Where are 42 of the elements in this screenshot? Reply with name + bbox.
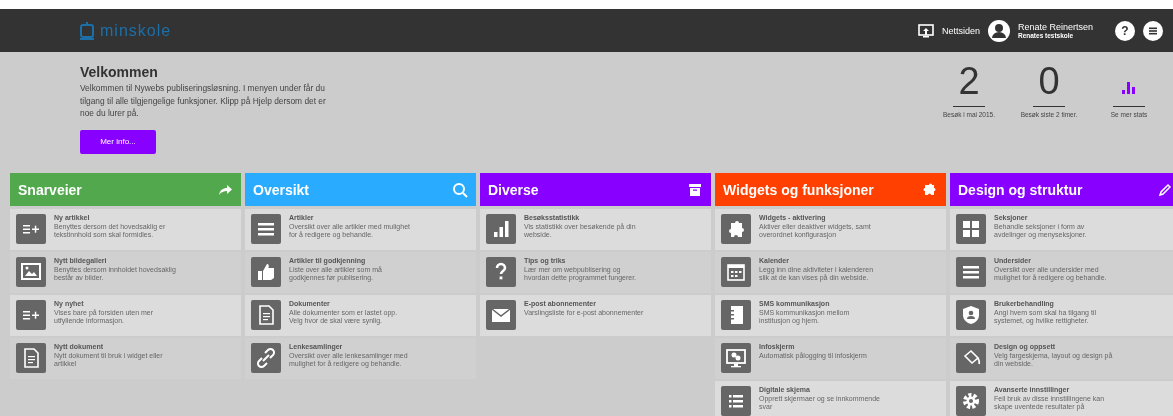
help-button[interactable]: ?	[1115, 20, 1135, 41]
logo-icon	[80, 21, 94, 40]
site-link[interactable]: Nettsiden	[941, 25, 980, 36]
search-icon	[452, 181, 468, 198]
monitor-icon	[721, 343, 751, 373]
stat-number: 0	[1038, 60, 1060, 102]
welcome-title: Velkommen	[80, 64, 159, 80]
document-icon	[16, 343, 46, 373]
calendar-icon	[721, 257, 751, 287]
mail-icon	[486, 300, 516, 330]
shield-icon	[956, 300, 986, 330]
question-icon	[486, 257, 516, 287]
link-icon	[251, 343, 281, 373]
notebook-icon	[721, 300, 751, 330]
list-add-icon	[16, 214, 46, 244]
column-title: Widgets og funksjoner	[723, 181, 875, 198]
welcome-text: Velkommen til Nywebs publiseringsløsning. I menyen under får du tilgang til alle tilgjengelige funksjoner. Klipp på Hjelp dersom det er noe du lurer på.	[80, 82, 327, 120]
lines-icon	[956, 257, 986, 287]
column-title: Design og struktur	[958, 181, 1084, 198]
menu-icon[interactable]	[1143, 20, 1163, 41]
stat-number: 2	[958, 60, 980, 102]
puzzle-icon	[922, 181, 938, 198]
monitor-upload-icon[interactable]	[917, 23, 934, 38]
lines-icon	[251, 214, 281, 244]
pencil-icon	[1157, 181, 1173, 198]
grid-icon	[956, 214, 986, 244]
column-title: Oversikt	[253, 181, 311, 198]
document-icon	[251, 300, 281, 330]
bar-chart-icon[interactable]	[1122, 82, 1136, 94]
bars-icon	[486, 214, 516, 244]
gear-icon	[956, 386, 986, 416]
image-icon	[16, 257, 46, 287]
column-title: Diverse	[488, 181, 540, 198]
user-name[interactable]: Renate Reinertsen	[1017, 22, 1093, 32]
avatar-icon[interactable]	[987, 19, 1010, 42]
column-title: Snarveier	[18, 181, 83, 198]
list-icon	[721, 386, 751, 416]
more-info-button[interactable]: Mer info...	[80, 129, 156, 154]
archive-icon	[687, 181, 703, 198]
thumb-icon	[251, 257, 281, 287]
list-add-icon	[16, 300, 46, 330]
puzzle-icon	[721, 214, 751, 244]
